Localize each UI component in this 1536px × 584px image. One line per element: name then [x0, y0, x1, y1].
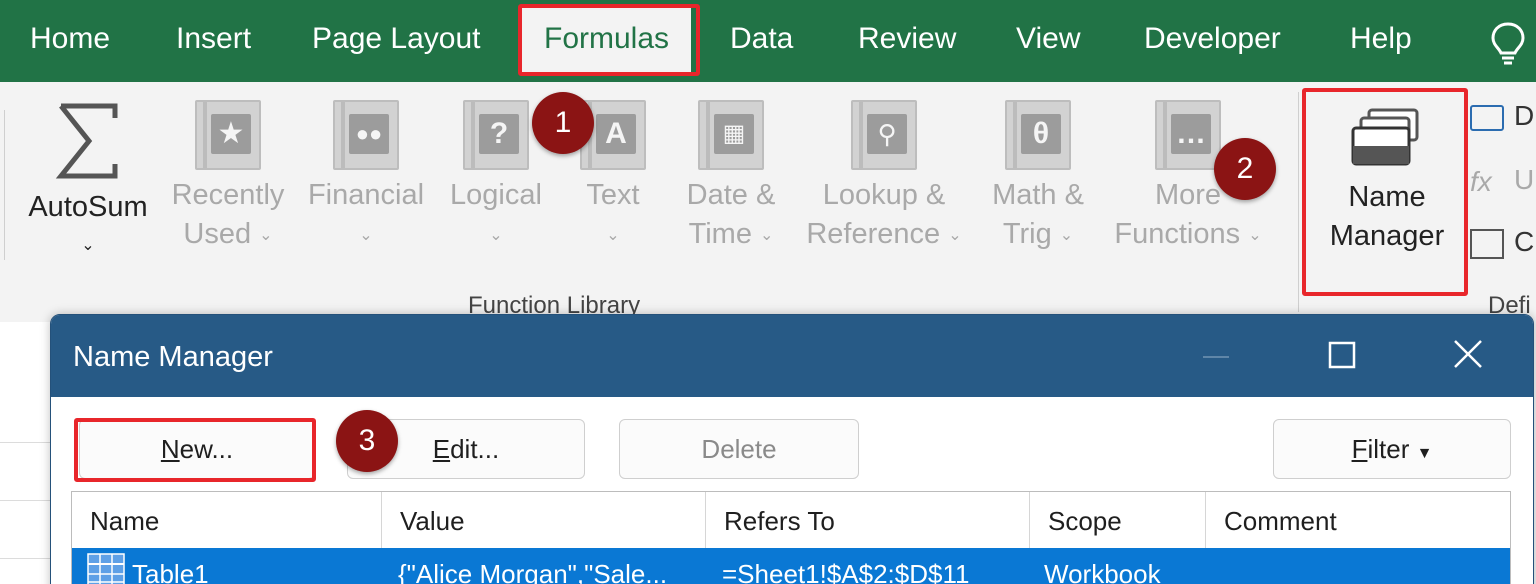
- date-time-button[interactable]: ▦ Date & Time ⌄: [676, 100, 786, 257]
- theta-book-icon: θ: [1005, 100, 1071, 170]
- tab-page-layout[interactable]: Page Layout: [312, 22, 480, 56]
- define-name-item[interactable]: D: [1470, 100, 1534, 132]
- recently-used-label: Recently: [171, 179, 285, 211]
- lookup-reference-label-line2: Reference: [806, 218, 941, 250]
- recently-used-label-2: Used ⌄: [166, 213, 290, 257]
- filter-button-label: ilter: [1367, 434, 1410, 464]
- tab-data[interactable]: Data: [730, 22, 793, 56]
- table-row[interactable]: Table1 {"Alice Morgan","Sale... =Sheet1!…: [72, 548, 1510, 584]
- step-badge-3: 3: [336, 410, 398, 472]
- table-icon: [87, 553, 125, 584]
- financial-button[interactable]: ●● Financial ⌄: [302, 100, 430, 257]
- new-name-button-label: ew...: [179, 434, 234, 464]
- ribbon-separator: [4, 110, 5, 260]
- fx-icon: fx: [1470, 165, 1492, 197]
- column-header-comment[interactable]: Comment: [1206, 492, 1512, 548]
- edit-name-button-label: dit...: [450, 434, 500, 464]
- edit-name-button-mnemonic: E: [432, 434, 451, 464]
- lightbulb-icon[interactable]: [1488, 20, 1528, 66]
- chevron-down-icon: ⌄: [1059, 226, 1074, 244]
- chevron-down-icon: ⌄: [948, 226, 962, 244]
- column-header-value[interactable]: Value: [382, 492, 706, 548]
- column-header-scope[interactable]: Scope: [1030, 492, 1206, 548]
- name-manager-label-2: Manager: [1329, 220, 1445, 252]
- group-separator: [1298, 92, 1299, 312]
- recently-used-label-line2: Used: [183, 218, 252, 250]
- text-label: Text: [586, 179, 640, 211]
- row-scope: Workbook: [1044, 559, 1161, 584]
- coins-book-icon: ●●: [333, 100, 399, 170]
- name-manager-label: Name: [1348, 181, 1426, 213]
- lookup-reference-label: Lookup &: [822, 179, 946, 211]
- minimize-icon[interactable]: [1191, 333, 1241, 379]
- filter-button-mnemonic: F: [1351, 434, 1368, 464]
- define-name-icon: [1470, 104, 1504, 131]
- magnifier-book-icon: ⚲: [851, 100, 917, 170]
- lookup-reference-button[interactable]: ⚲ Lookup & Reference ⌄: [796, 100, 972, 257]
- sigma-icon: [55, 103, 118, 179]
- dialog-title: Name Manager: [73, 341, 273, 373]
- create-from-selection-icon: [1470, 228, 1504, 259]
- date-time-label-line2: Time: [688, 218, 752, 250]
- step-badge-1: 1: [532, 92, 594, 154]
- financial-label: Financial: [307, 179, 425, 211]
- row-refers-to: =Sheet1!$A$2:$D$11: [722, 559, 970, 584]
- question-book-icon: ?: [463, 100, 529, 170]
- calendar-book-icon: ▦: [698, 100, 764, 170]
- more-functions-label-line2: Functions: [1114, 218, 1241, 250]
- more-functions-label-2: Functions ⌄: [1106, 213, 1270, 257]
- tab-help[interactable]: Help: [1350, 22, 1412, 56]
- tab-developer[interactable]: Developer: [1144, 22, 1281, 56]
- tab-view[interactable]: View: [1016, 22, 1080, 56]
- math-trig-button[interactable]: θ Math & Trig ⌄: [982, 100, 1094, 257]
- ellipsis-book-icon: …: [1155, 100, 1221, 170]
- close-icon[interactable]: [1443, 333, 1493, 379]
- define-name-label: D: [1514, 100, 1535, 131]
- math-trig-label: Math &: [992, 179, 1084, 211]
- chevron-down-icon: ⌄: [81, 236, 95, 254]
- ribbon-tab-bar: Home Insert Page Layout Formulas Data Re…: [0, 0, 1536, 82]
- chevron-down-icon: ⌄: [359, 226, 373, 244]
- step-badge-2: 2: [1214, 138, 1276, 200]
- new-name-button[interactable]: New...: [79, 419, 315, 479]
- name-manager-button[interactable]: Name Manager: [1316, 104, 1458, 258]
- chevron-down-icon: ⌄: [606, 226, 620, 244]
- date-time-label-2: Time ⌄: [676, 213, 786, 257]
- name-manager-dialog: Name Manager New... Edit... Delete Filte…: [50, 314, 1534, 584]
- logical-label: Logical: [450, 179, 542, 211]
- lookup-reference-label-2: Reference ⌄: [796, 213, 972, 257]
- use-in-formula-label: U: [1514, 164, 1535, 195]
- column-header-refers-to[interactable]: Refers To: [706, 492, 1030, 548]
- tab-review[interactable]: Review: [858, 22, 956, 56]
- recently-used-button[interactable]: ★ Recently Used ⌄: [166, 100, 290, 257]
- maximize-icon[interactable]: [1317, 333, 1367, 379]
- names-list[interactable]: Name Value Refers To Scope Comment Table…: [71, 491, 1511, 584]
- autosum-button[interactable]: AutoSum ⌄: [20, 100, 156, 267]
- chevron-down-icon: ⌄: [760, 226, 774, 244]
- caret-down-icon: ▼: [1416, 445, 1433, 462]
- filter-button[interactable]: Filter ▼: [1273, 419, 1511, 479]
- chevron-down-icon: ⌄: [259, 226, 273, 244]
- math-trig-label-line2: Trig: [1002, 218, 1052, 250]
- row-value: {"Alice Morgan","Sale...: [398, 559, 668, 584]
- dialog-title-bar[interactable]: Name Manager: [51, 315, 1533, 397]
- create-from-selection-item[interactable]: C: [1470, 226, 1534, 259]
- new-name-button-mnemonic: N: [160, 434, 180, 464]
- math-trig-label-2: Trig ⌄: [982, 213, 1094, 257]
- star-book-icon: ★: [195, 100, 261, 170]
- date-time-label: Date &: [686, 179, 776, 211]
- create-from-selection-label: C: [1514, 226, 1535, 257]
- row-name: Table1: [132, 559, 209, 584]
- chevron-down-icon: ⌄: [489, 226, 503, 244]
- tab-formulas[interactable]: Formulas: [522, 6, 692, 76]
- delete-name-button[interactable]: Delete: [619, 419, 859, 479]
- tab-home[interactable]: Home: [30, 22, 110, 56]
- tab-insert[interactable]: Insert: [176, 22, 251, 56]
- chevron-down-icon: ⌄: [1248, 226, 1262, 244]
- use-in-formula-item[interactable]: fx U: [1470, 164, 1534, 198]
- name-tags-icon: [1351, 108, 1419, 166]
- column-header-name[interactable]: Name: [72, 492, 382, 548]
